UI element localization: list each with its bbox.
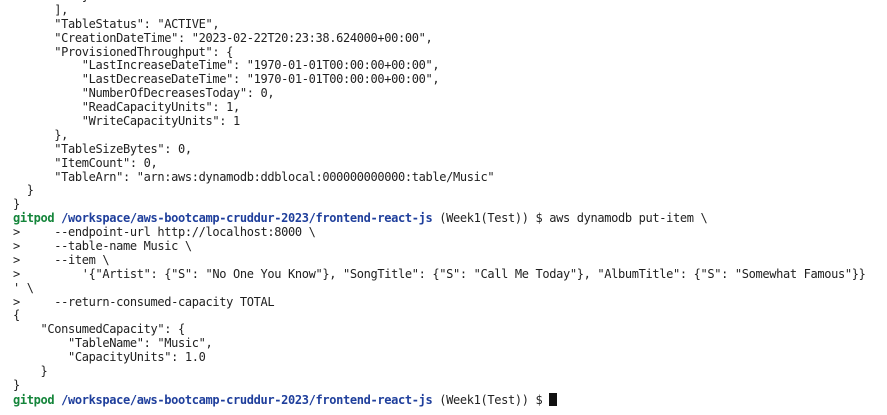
terminal-output: } ], "TableStatus": "ACTIVE", "CreationD… [13,0,866,407]
result-line: } [13,364,48,379]
output-line: }, [13,127,68,142]
output-line: "NumberOfDecreasesToday": 0, [13,86,275,101]
prompt-branch: (Week1(Test)) [439,392,529,407]
output-line: "ReadCapacityUnits": 1, [13,100,240,115]
continuation-line: > --endpoint-url http://localhost:8000 \ [13,225,316,240]
prompt-user: gitpod [13,392,55,407]
continuation-line: ' \ [13,280,34,295]
output-line: } [13,183,34,198]
command-text: aws dynamodb put-item \ [549,211,708,226]
continuation-line: > --return-consumed-capacity TOTAL [13,294,275,309]
output-line: "LastDecreaseDateTime": "1970-01-01T00:0… [13,72,440,87]
output-line: "CreationDateTime": "2023-02-22T20:23:38… [13,30,433,45]
prompt-path: /workspace/aws-bootcamp-cruddur-2023/fro… [61,211,433,226]
result-line: } [13,377,20,392]
output-line: "WriteCapacityUnits": 1 [13,114,240,129]
result-line: "CapacityUnits": 1.0 [13,350,206,365]
prompt-line: gitpod /workspace/aws-bootcamp-cruddur-2… [13,211,865,226]
result-line: { [13,308,20,323]
prompt-user: gitpod [13,211,55,226]
result-line: "TableName": "Music", [13,336,213,351]
output-line: "LastIncreaseDateTime": "1970-01-01T00:0… [13,58,440,73]
output-line: "TableArn": "arn:aws:dynamodb:ddblocal:0… [13,169,495,184]
terminal-window[interactable]: } ], "TableStatus": "ACTIVE", "CreationD… [0,0,887,415]
prompt-symbol: $ [535,392,543,407]
prompt-line[interactable]: gitpod /workspace/aws-bootcamp-cruddur-2… [13,392,865,407]
continuation-line: > '{"Artist": {"S": "No One You Know"}, … [13,266,866,281]
output-line: } [13,197,20,212]
prompt-branch: (Week1(Test)) [439,211,529,226]
output-line: "ItemCount": 0, [13,155,158,170]
result-line: "ConsumedCapacity": { [13,322,185,337]
cursor[interactable] [549,392,558,406]
continuation-line: > --item \ [13,252,110,267]
prompt-symbol: $ [535,211,543,226]
prompt-path: /workspace/aws-bootcamp-cruddur-2023/fro… [61,392,433,407]
output-line: ], [13,2,68,17]
output-line: "ProvisionedThroughput": { [13,44,233,59]
output-line: "TableStatus": "ACTIVE", [13,16,220,31]
output-line: "TableSizeBytes": 0, [13,141,192,156]
continuation-line: > --table-name Music \ [13,239,192,254]
